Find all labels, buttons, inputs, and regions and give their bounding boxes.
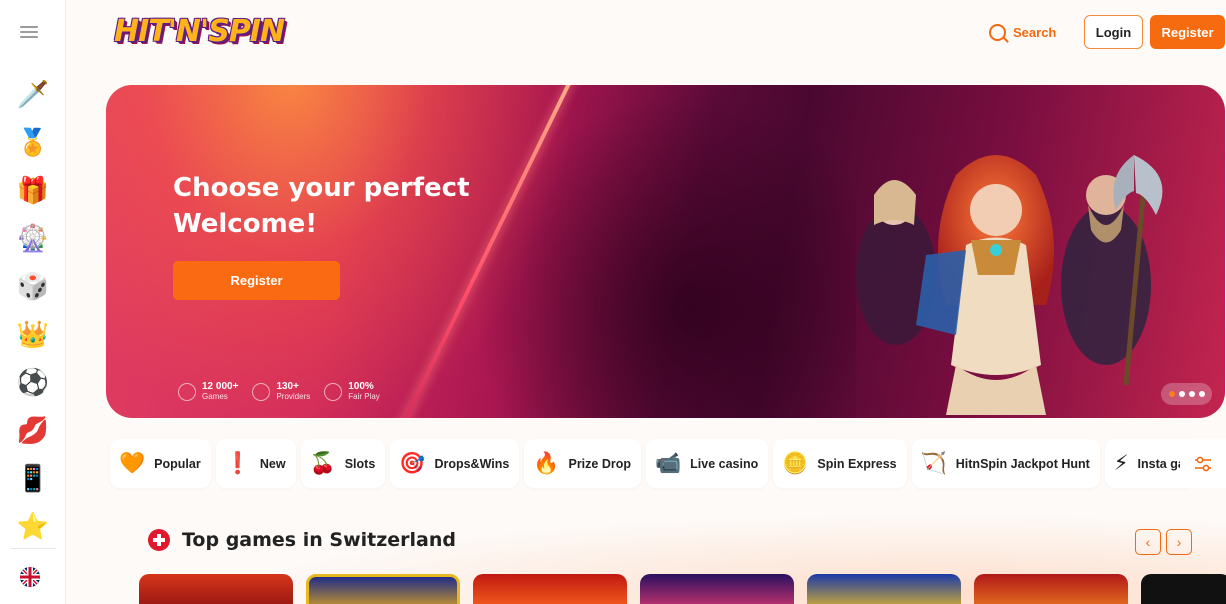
category-new[interactable]: ❗ New bbox=[215, 439, 296, 488]
games-icon bbox=[178, 382, 196, 401]
hero-characters-illustration bbox=[816, 135, 1176, 415]
category-live-casino[interactable]: 📹 Live casino bbox=[646, 439, 769, 488]
swiss-flag-icon bbox=[148, 529, 170, 551]
game-tiles bbox=[139, 574, 1226, 604]
sidebar-divider bbox=[10, 548, 56, 549]
top-games-title: Top games in Switzerland bbox=[182, 529, 456, 551]
carousel-prev-button[interactable]: ‹ bbox=[1135, 529, 1161, 555]
stat-value: 130+ bbox=[276, 381, 299, 392]
register-button[interactable]: Register bbox=[1150, 15, 1225, 49]
filter-button[interactable] bbox=[1180, 439, 1226, 488]
sidebar: 🗡️ 🏅 🎁 🎡 🎲 👑 ⚽ 💋 📱 ⭐ bbox=[0, 0, 66, 604]
stat-games: 12 000+ Games bbox=[178, 381, 238, 402]
cube-icon bbox=[252, 382, 271, 401]
category-prize-drop[interactable]: 🔥 Prize Drop bbox=[524, 439, 641, 488]
gift-icon[interactable]: 🎁 bbox=[0, 166, 66, 214]
stat-label: Fair Play bbox=[348, 392, 380, 401]
category-popular[interactable]: 🧡 Popular bbox=[110, 439, 211, 488]
stat-label: Providers bbox=[276, 392, 311, 401]
new-icon: ❗ bbox=[224, 452, 251, 475]
game-tile[interactable] bbox=[139, 574, 293, 604]
uk-flag-icon[interactable] bbox=[20, 567, 40, 587]
crown-icon[interactable]: 👑 bbox=[0, 310, 66, 358]
carousel-dot[interactable] bbox=[1198, 391, 1205, 397]
category-drops-wins[interactable]: 🎯 Drops&Wins bbox=[390, 439, 520, 488]
hunter-icon: 🏹 bbox=[920, 452, 947, 475]
top-games-heading: Top games in Switzerland bbox=[148, 529, 456, 551]
search-icon bbox=[989, 23, 1006, 41]
lightning-icon: ⚡ bbox=[1113, 452, 1129, 475]
category-slots[interactable]: 🍒 Slots bbox=[300, 439, 386, 488]
category-hitnspin-jackpot-hunt[interactable]: 🏹 HitnSpin Jackpot Hunt bbox=[911, 439, 1100, 488]
game-tile[interactable] bbox=[473, 574, 627, 604]
cherry-icon: 🍒 bbox=[309, 452, 336, 475]
game-tile[interactable] bbox=[1141, 574, 1226, 604]
search-label: Search bbox=[1013, 24, 1057, 40]
category-label: Slots bbox=[344, 456, 376, 471]
category-label: Live casino bbox=[690, 456, 759, 471]
banner-shadow bbox=[436, 85, 856, 418]
flame-icon: 🔥 bbox=[533, 452, 560, 475]
football-icon[interactable]: ⚽ bbox=[0, 358, 66, 406]
login-button[interactable]: Login bbox=[1084, 15, 1143, 49]
category-label: Prize Drop bbox=[568, 456, 631, 471]
carousel-dots bbox=[1161, 383, 1212, 405]
promo-banner[interactable]: Choose your perfect Welcome! Register 12… bbox=[106, 85, 1225, 418]
drops-wins-icon: 🎯 bbox=[399, 452, 426, 475]
search-button[interactable]: Search bbox=[989, 20, 1056, 44]
filter-icon bbox=[1195, 456, 1211, 471]
g-coin-icon: 🪙 bbox=[782, 452, 809, 475]
category-label: Spin Express bbox=[817, 456, 897, 471]
camera-icon: 📹 bbox=[655, 452, 682, 475]
game-tile[interactable] bbox=[306, 574, 460, 604]
stat-value: 100% bbox=[348, 381, 374, 392]
banner-register-button[interactable]: Register bbox=[173, 261, 340, 300]
phone-icon[interactable]: 📱 bbox=[0, 454, 66, 502]
category-label: Drops&Wins bbox=[434, 456, 510, 471]
stat-providers: 130+ Providers bbox=[252, 381, 310, 402]
lips-icon[interactable]: 💋 bbox=[0, 406, 66, 454]
sword-icon[interactable]: 🗡️ bbox=[0, 70, 66, 118]
sidebar-nav: 🗡️ 🏅 🎁 🎡 🎲 👑 ⚽ 💋 📱 ⭐ bbox=[0, 70, 66, 550]
stat-label: Games bbox=[202, 392, 228, 401]
stat-fair-play: 100% Fair Play bbox=[324, 381, 380, 402]
medal-icon[interactable]: 🏅 bbox=[0, 118, 66, 166]
carousel-next-button[interactable]: › bbox=[1166, 529, 1192, 555]
banner-stats: 12 000+ Games 130+ Providers 100% Fair Play bbox=[178, 381, 380, 402]
carousel-dot[interactable] bbox=[1168, 391, 1175, 397]
carousel-dot[interactable] bbox=[1188, 391, 1195, 397]
menu-icon[interactable] bbox=[20, 26, 38, 38]
carousel-dot[interactable] bbox=[1178, 391, 1185, 397]
globe-icon bbox=[324, 382, 343, 401]
stat-value: 12 000+ bbox=[202, 381, 239, 392]
category-label: Popular bbox=[154, 456, 201, 471]
category-spin-express[interactable]: 🪙 Spin Express bbox=[773, 439, 907, 488]
site-logo[interactable]: HIT'N'SPIN bbox=[114, 12, 285, 52]
dice-icon[interactable]: 🎲 bbox=[0, 262, 66, 310]
category-label: New bbox=[259, 456, 286, 471]
game-tile[interactable] bbox=[640, 574, 794, 604]
category-label: Insta ga bbox=[1137, 456, 1185, 471]
category-label: HitnSpin Jackpot Hunt bbox=[955, 456, 1090, 471]
heart-icon: 🧡 bbox=[119, 452, 146, 475]
banner-title: Choose your perfect Welcome! bbox=[173, 173, 470, 239]
game-tile[interactable] bbox=[974, 574, 1128, 604]
star-icon[interactable]: ⭐ bbox=[0, 502, 66, 550]
game-tile[interactable] bbox=[807, 574, 961, 604]
wheel-icon[interactable]: 🎡 bbox=[0, 214, 66, 262]
category-bar: 🧡 Popular ❗ New 🍒 Slots 🎯 Drops&Wins 🔥 Prize Drop… bbox=[110, 439, 1195, 488]
